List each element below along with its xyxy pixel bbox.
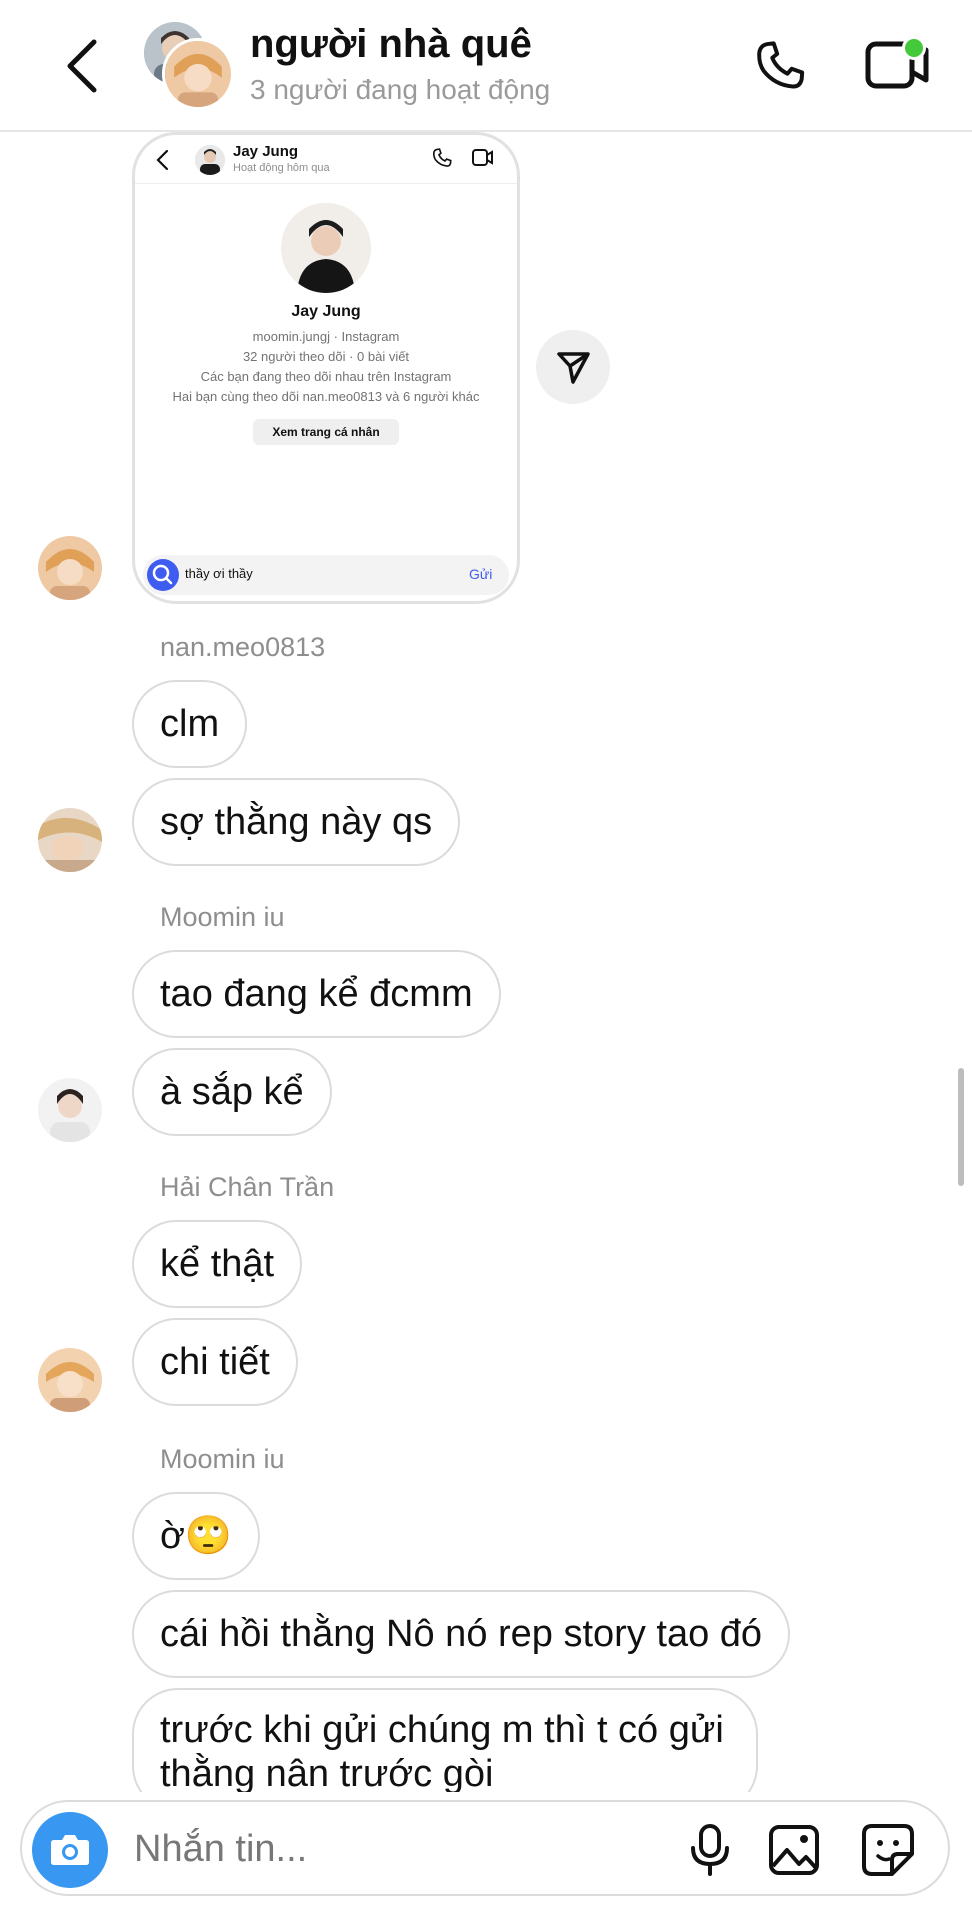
sender-name: Moomin iu <box>160 1444 285 1474</box>
image-icon[interactable] <box>766 1822 822 1878</box>
sender-avatar[interactable] <box>38 808 102 872</box>
message-bubble[interactable]: tao đang kể đcmm <box>132 950 501 1038</box>
card-message-field[interactable]: thầy ơi thầy Gửi <box>143 555 509 595</box>
group-avatar[interactable] <box>144 22 234 110</box>
card-profile-stats: 32 người theo dõi · 0 bài viết <box>242 349 410 364</box>
camera-button[interactable] <box>32 1812 108 1888</box>
card-mutual-line-1: Các bạn đang theo dõi nhau trên Instagra… <box>200 369 452 384</box>
card-video-icon <box>472 149 493 166</box>
sender-name: Moomin iu <box>160 902 285 932</box>
sender-name: Hải Chân Trần <box>160 1172 335 1202</box>
camera-icon <box>51 1835 89 1865</box>
video-call-button[interactable] <box>862 36 934 96</box>
message-bubble[interactable]: ờ🙄 <box>132 1492 261 1580</box>
card-profile-name: Jay Jung <box>291 303 361 320</box>
message-bubble[interactable]: sợ thằng này qs <box>132 778 461 866</box>
message-bubble[interactable]: cái hồi thằng Nô nó rep story tao đó <box>132 1590 791 1678</box>
card-divider <box>135 183 517 184</box>
card-send-button[interactable]: Gửi <box>469 566 492 582</box>
back-chevron-icon[interactable] <box>62 38 102 94</box>
card-profile-photo <box>281 203 371 293</box>
scrollbar[interactable] <box>958 1068 964 1186</box>
microphone-icon[interactable] <box>682 1822 738 1878</box>
card-phone-icon <box>433 148 452 167</box>
forward-button[interactable] <box>536 330 610 404</box>
card-mutual-line-2: Hai bạn cùng theo dõi nan.meo0813 và 6 n… <box>172 389 480 404</box>
card-back-icon <box>156 149 169 171</box>
chat-header: người nhà quê 3 người đang hoạt động <box>0 0 972 132</box>
paper-plane-icon <box>557 352 590 384</box>
message-composer[interactable]: Nhắn tin... <box>20 1800 950 1896</box>
sticker-icon[interactable] <box>860 1822 916 1878</box>
chat-status: 3 người đang hoạt động <box>250 74 551 105</box>
sender-name: nan.meo0813 <box>160 632 326 662</box>
message-bubble[interactable]: chi tiết <box>132 1318 298 1406</box>
card-search-icon <box>147 559 179 591</box>
message-bubble[interactable]: kể thật <box>132 1220 303 1308</box>
sender-avatar[interactable] <box>38 1078 102 1142</box>
group-avatar-front <box>162 38 234 110</box>
online-indicator <box>902 36 926 60</box>
message-bubble[interactable]: clm <box>132 680 248 768</box>
shared-profile-card[interactable]: Jay Jung Hoạt động hôm qua Jay Jung moom… <box>132 132 520 604</box>
chat-title[interactable]: người nhà quê <box>250 22 532 67</box>
message-input[interactable]: Nhắn tin... <box>134 1828 307 1871</box>
card-header-avatar <box>195 145 225 175</box>
message-bubble[interactable]: à sắp kể <box>132 1048 332 1136</box>
card-message-text: thầy ơi thầy <box>185 566 253 581</box>
sender-avatar[interactable] <box>38 1348 102 1412</box>
card-header-name: Jay Jung <box>233 143 299 160</box>
card-header-status: Hoạt động hôm qua <box>233 162 330 174</box>
sender-avatar[interactable] <box>38 536 102 600</box>
phone-icon[interactable] <box>752 38 808 94</box>
card-profile-handle: moomin.jungj · Instagram <box>252 329 400 344</box>
view-profile-button[interactable]: Xem trang cá nhân <box>253 419 399 445</box>
